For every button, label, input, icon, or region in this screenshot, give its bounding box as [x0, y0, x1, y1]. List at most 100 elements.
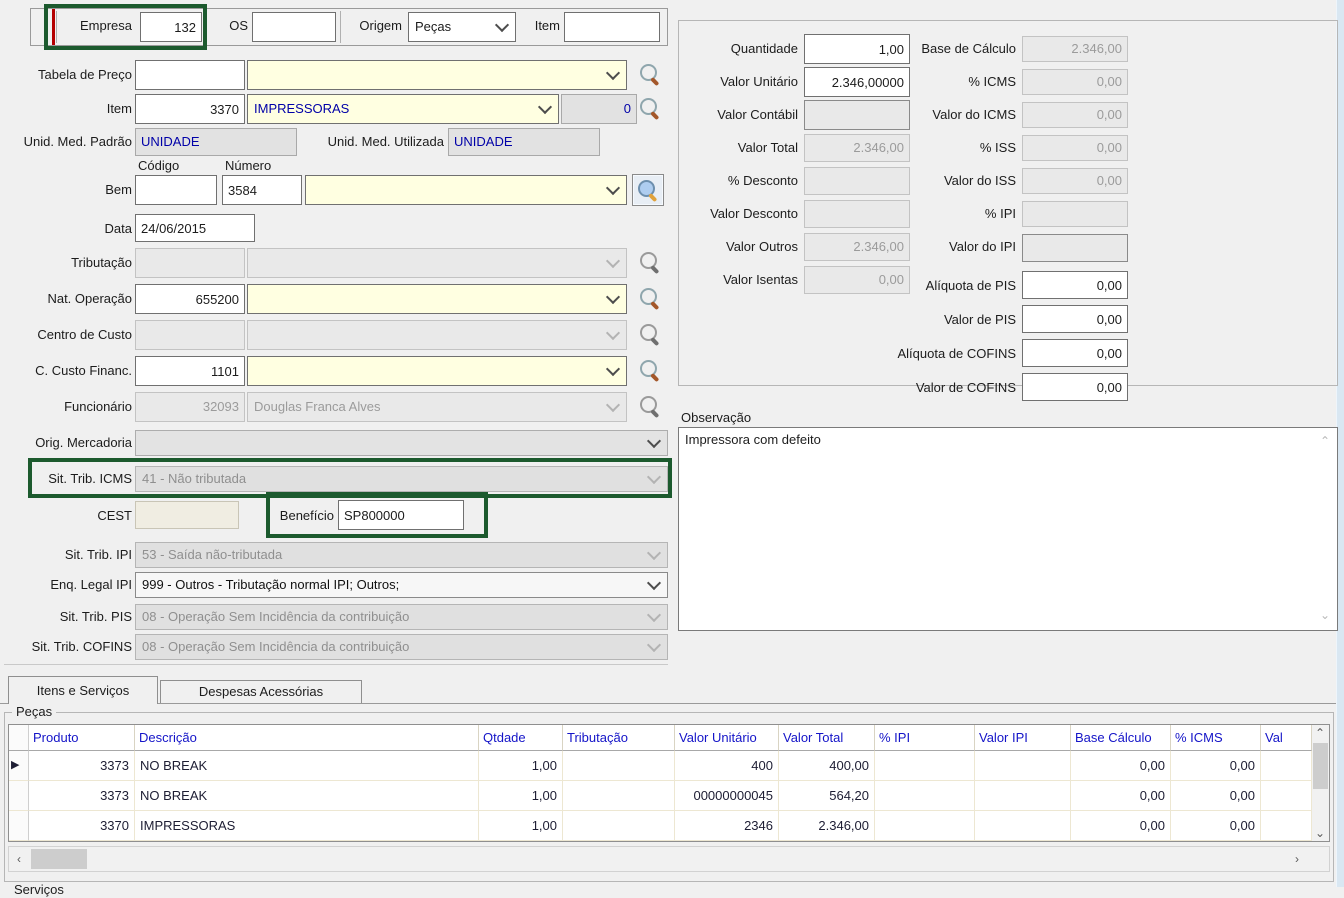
valor-cofins-field[interactable]	[1022, 373, 1128, 401]
item-label-top: Item	[522, 16, 560, 36]
scroll-up-icon[interactable]: ⌃	[1318, 434, 1332, 448]
sit-trib-ipi-select: 53 - Saída não-tributada	[135, 542, 668, 568]
base-calculo-field: 2.346,00	[1022, 36, 1128, 62]
valor-isentas-label: Valor Isentas	[682, 270, 798, 290]
chevron-down-icon	[647, 608, 661, 622]
valor-icms-label: Valor do ICMS	[860, 105, 1016, 125]
column-header[interactable]: Qtdade	[479, 725, 563, 751]
column-header[interactable]: Valor Unitário	[675, 725, 779, 751]
tributacao-code-field	[135, 248, 245, 278]
perc-ipi-label: % IPI	[860, 204, 1016, 224]
magnifier-icon[interactable]	[638, 286, 664, 312]
column-header[interactable]: Base Cálculo	[1071, 725, 1171, 751]
item-label: Item	[0, 99, 132, 119]
chevron-down-icon	[647, 576, 661, 590]
perc-iss-label: % ISS	[860, 138, 1016, 158]
bem-codigo-field[interactable]	[135, 175, 217, 205]
os-field[interactable]	[252, 12, 336, 42]
column-header[interactable]: % ICMS	[1171, 725, 1261, 751]
scrollbar-thumb[interactable]	[1313, 743, 1328, 789]
perc-ipi-field	[1022, 201, 1128, 227]
scroll-left-icon[interactable]: ‹	[11, 851, 27, 867]
scroll-down-icon[interactable]: ⌄	[1312, 825, 1328, 841]
column-header[interactable]: Descrição	[135, 725, 479, 751]
tab-itens-e-servicos[interactable]: Itens e Serviços	[8, 676, 158, 704]
magnifier-icon	[636, 178, 662, 204]
table-vertical-scrollbar[interactable]: ⌃ ⌄	[1312, 725, 1329, 841]
table-header-row: Produto Descrição Qtdade Tributação Valo…	[9, 725, 1329, 751]
tab-strip-line	[0, 703, 1336, 704]
chevron-down-icon	[606, 254, 620, 268]
c-custo-financ-code-field[interactable]	[135, 356, 245, 386]
column-header[interactable]: Tributação	[563, 725, 675, 751]
origem-select[interactable]: Peças	[408, 12, 516, 42]
unid-med-padrao-field: UNIDADE	[135, 128, 297, 156]
valor-pis-field[interactable]	[1022, 305, 1128, 333]
observacao-textarea[interactable]: Impressora com defeito	[678, 427, 1338, 631]
divider	[340, 11, 341, 43]
chevron-down-icon	[606, 290, 620, 304]
item-field-top[interactable]	[564, 12, 660, 42]
orig-mercadoria-select[interactable]	[135, 430, 668, 456]
chevron-down-icon	[606, 362, 620, 376]
valor-desconto-label: Valor Desconto	[682, 204, 798, 224]
chevron-down-icon	[647, 546, 661, 560]
bem-label: Bem	[0, 180, 132, 200]
chevron-down-icon	[606, 181, 620, 195]
empresa-field[interactable]	[140, 12, 202, 42]
column-header[interactable]: Produto	[29, 725, 135, 751]
magnifier-icon	[638, 322, 664, 348]
chevron-down-icon	[647, 470, 661, 484]
table-horizontal-scrollbar[interactable]: ‹ ›	[8, 846, 1330, 872]
table-row[interactable]: ▶ 3373 NO BREAK 1,00 400 400,00 0,00 0,0…	[9, 751, 1329, 781]
scroll-up-icon[interactable]: ⌃	[1312, 725, 1328, 741]
perc-icms-field: 0,00	[1022, 69, 1128, 95]
centro-custo-combo	[247, 320, 627, 350]
divider	[56, 11, 57, 43]
data-field[interactable]	[135, 214, 255, 242]
bem-combo[interactable]	[305, 175, 627, 205]
table-row[interactable]: 3373 NO BREAK 1,00 00000000045 564,20 0,…	[9, 781, 1329, 811]
aliquota-pis-field[interactable]	[1022, 271, 1128, 299]
funcionario-code-field: 32093	[135, 392, 245, 422]
nat-operacao-combo[interactable]	[247, 284, 627, 314]
column-header[interactable]: Val	[1261, 725, 1312, 751]
chevron-down-icon	[606, 326, 620, 340]
bem-numero-label: Número	[225, 158, 285, 174]
chevron-down-icon	[606, 66, 620, 80]
perc-iss-field: 0,00	[1022, 135, 1128, 161]
table-row[interactable]: 3370 IMPRESSORAS 1,00 2346 2.346,00 0,00…	[9, 811, 1329, 841]
c-custo-financ-combo[interactable]	[247, 356, 627, 386]
sit-trib-cofins-select: 08 - Operação Sem Incidência da contribu…	[135, 634, 668, 660]
item-combo[interactable]: IMPRESSORAS	[247, 94, 559, 124]
item-code-field[interactable]	[135, 94, 245, 124]
column-header[interactable]: % IPI	[875, 725, 975, 751]
scroll-right-icon[interactable]: ›	[1289, 851, 1305, 867]
tributacao-label: Tributação	[0, 253, 132, 273]
valor-outros-label: Valor Outros	[682, 237, 798, 257]
valor-unitario-label: Valor Unitário	[682, 72, 798, 92]
enq-legal-ipi-select[interactable]: 999 - Outros - Tributação normal IPI; Ou…	[135, 572, 668, 598]
magnifier-icon[interactable]	[638, 96, 664, 122]
column-header[interactable]: Valor IPI	[975, 725, 1071, 751]
valor-pis-label: Valor de PIS	[860, 310, 1016, 330]
scrollbar-thumb[interactable]	[31, 849, 87, 869]
tabela-preco-code-field[interactable]	[135, 60, 245, 90]
tabela-preco-combo[interactable]	[247, 60, 627, 90]
column-header[interactable]: Valor Total	[779, 725, 875, 751]
row-selected-marker: ▶	[9, 751, 29, 781]
magnifier-icon[interactable]	[638, 358, 664, 384]
bem-lookup-button[interactable]	[632, 174, 664, 206]
magnifier-icon[interactable]	[638, 62, 664, 88]
nat-operacao-code-field[interactable]	[135, 284, 245, 314]
funcionario-label: Funcionário	[0, 397, 132, 417]
origem-label: Origem	[344, 16, 402, 36]
scroll-down-icon[interactable]: ⌄	[1318, 608, 1332, 622]
aliquota-cofins-field[interactable]	[1022, 339, 1128, 367]
magnifier-icon	[638, 250, 664, 276]
bem-numero-field[interactable]	[222, 175, 302, 205]
chevron-down-icon	[606, 398, 620, 412]
beneficio-field[interactable]	[338, 500, 464, 530]
os-label: OS	[214, 16, 248, 36]
tab-despesas-acessorias[interactable]: Despesas Acessórias	[160, 680, 362, 703]
